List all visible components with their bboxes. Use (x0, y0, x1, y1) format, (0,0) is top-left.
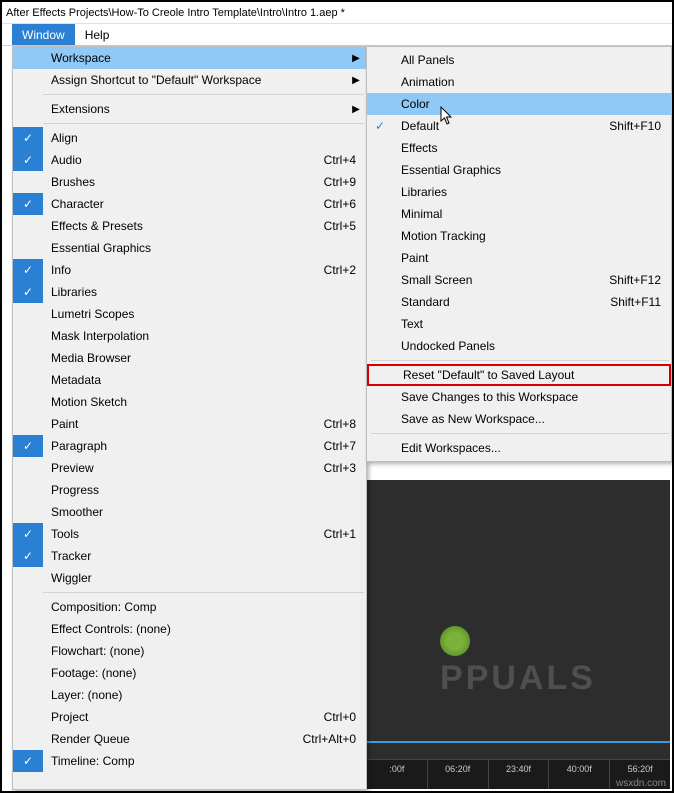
submenu-item-edit-workspaces[interactable]: Edit Workspaces... (367, 437, 671, 459)
menu-item-brushes[interactable]: Brushes Ctrl+9 (13, 171, 366, 193)
menu-item-align[interactable]: ✓ Align (13, 127, 366, 149)
submenu-item-paint[interactable]: Paint (367, 247, 671, 269)
check-icon: ✓ (13, 149, 43, 171)
menu-item-essential-graphics[interactable]: Essential Graphics (13, 237, 366, 259)
separator (371, 360, 669, 361)
submenu-item-save-changes[interactable]: Save Changes to this Workspace (367, 386, 671, 408)
menu-item-composition[interactable]: Composition: Comp (13, 596, 366, 618)
menu-item-wiggler[interactable]: Wiggler (13, 567, 366, 589)
menu-item-character[interactable]: ✓ Character Ctrl+6 (13, 193, 366, 215)
submenu-item-all-panels[interactable]: All Panels (367, 49, 671, 71)
timeline-tick: 40:00f (548, 760, 609, 789)
separator (371, 433, 669, 434)
check-col (13, 47, 43, 69)
menu-item-extensions[interactable]: Extensions ▶ (13, 98, 366, 120)
menu-item-tools[interactable]: ✓ Tools Ctrl+1 (13, 523, 366, 545)
watermark: PPUALS (440, 620, 596, 698)
menu-item-effect-controls[interactable]: Effect Controls: (none) (13, 618, 366, 640)
submenu-item-minimal[interactable]: Minimal (367, 203, 671, 225)
submenu-item-effects[interactable]: Effects (367, 137, 671, 159)
submenu-item-text[interactable]: Text (367, 313, 671, 335)
submenu-item-essential-graphics[interactable]: Essential Graphics (367, 159, 671, 181)
submenu-arrow-icon: ▶ (346, 75, 366, 86)
menu-item-mask-interp[interactable]: Mask Interpolation (13, 325, 366, 347)
check-icon: ✓ (13, 259, 43, 281)
submenu-item-standard[interactable]: Standard Shift+F11 (367, 291, 671, 313)
timeline-tick: 06:20f (427, 760, 488, 789)
menu-item-render-queue[interactable]: Render Queue Ctrl+Alt+0 (13, 728, 366, 750)
timeline-tick: :00f (366, 760, 427, 789)
separator (43, 94, 364, 95)
check-icon: ✓ (13, 281, 43, 303)
menu-item-preview[interactable]: Preview Ctrl+3 (13, 457, 366, 479)
menu-item-audio[interactable]: ✓ Audio Ctrl+4 (13, 149, 366, 171)
timeline-track-line (366, 741, 670, 743)
menu-item-effects-presets[interactable]: Effects & Presets Ctrl+5 (13, 215, 366, 237)
submenu-item-reset-default[interactable]: Reset "Default" to Saved Layout (367, 364, 671, 386)
submenu-item-small-screen[interactable]: Small Screen Shift+F12 (367, 269, 671, 291)
menu-item-media-browser[interactable]: Media Browser (13, 347, 366, 369)
menu-item-libraries[interactable]: ✓ Libraries (13, 281, 366, 303)
submenu-item-default[interactable]: ✓ Default Shift+F10 (367, 115, 671, 137)
check-icon: ✓ (13, 545, 43, 567)
submenu-arrow-icon: ▶ (346, 104, 366, 115)
separator (43, 123, 364, 124)
menu-item-timeline[interactable]: ✓ Timeline: Comp (13, 750, 366, 772)
menu-item-motion-sketch[interactable]: Motion Sketch (13, 391, 366, 413)
label: Workspace (43, 51, 346, 65)
check-icon: ✓ (13, 435, 43, 457)
separator (43, 592, 364, 593)
menu-item-footage[interactable]: Footage: (none) (13, 662, 366, 684)
menu-item-info[interactable]: ✓ Info Ctrl+2 (13, 259, 366, 281)
menu-item-progress[interactable]: Progress (13, 479, 366, 501)
menu-item-paint[interactable]: Paint Ctrl+8 (13, 413, 366, 435)
source-label: wsxdn.com (616, 778, 666, 789)
submenu-arrow-icon: ▶ (346, 53, 366, 64)
submenu-item-libraries[interactable]: Libraries (367, 181, 671, 203)
workspace-submenu: All Panels Animation Color ✓ Default Shi… (366, 46, 672, 462)
check-icon: ✓ (13, 750, 43, 772)
menu-window[interactable]: Window (12, 24, 75, 45)
menu-item-paragraph[interactable]: ✓ Paragraph Ctrl+7 (13, 435, 366, 457)
submenu-item-animation[interactable]: Animation (367, 71, 671, 93)
check-icon: ✓ (13, 127, 43, 149)
menu-bar: Window Help (2, 24, 672, 46)
timeline-tick: 23:40f (488, 760, 549, 789)
menu-item-layer[interactable]: Layer: (none) (13, 684, 366, 706)
check-icon: ✓ (13, 523, 43, 545)
menu-item-flowchart[interactable]: Flowchart: (none) (13, 640, 366, 662)
submenu-item-motion-tracking[interactable]: Motion Tracking (367, 225, 671, 247)
check-icon: ✓ (367, 115, 393, 137)
menu-item-workspace[interactable]: Workspace ▶ (13, 47, 366, 69)
window-title: After Effects Projects\How-To Creole Int… (2, 2, 672, 24)
timeline-panel: PPUALS :00f 06:20f 23:40f 40:00f 56:20f (366, 480, 670, 789)
window-menu-dropdown: Workspace ▶ Assign Shortcut to "Default"… (12, 46, 367, 790)
submenu-item-color[interactable]: Color (367, 93, 671, 115)
menu-item-lumetri[interactable]: Lumetri Scopes (13, 303, 366, 325)
menu-item-tracker[interactable]: ✓ Tracker (13, 545, 366, 567)
check-icon: ✓ (13, 193, 43, 215)
watermark-icon (440, 626, 470, 656)
menu-item-metadata[interactable]: Metadata (13, 369, 366, 391)
menu-item-smoother[interactable]: Smoother (13, 501, 366, 523)
submenu-item-undocked[interactable]: Undocked Panels (367, 335, 671, 357)
menu-item-project[interactable]: Project Ctrl+0 (13, 706, 366, 728)
menu-help[interactable]: Help (75, 24, 120, 45)
menu-item-assign-shortcut[interactable]: Assign Shortcut to "Default" Workspace ▶ (13, 69, 366, 91)
submenu-item-save-as-new[interactable]: Save as New Workspace... (367, 408, 671, 430)
